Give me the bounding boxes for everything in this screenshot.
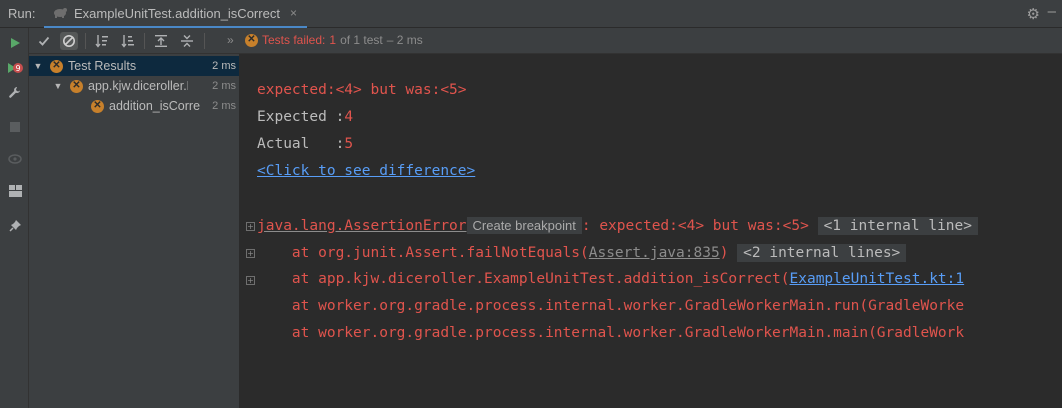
- test-failed-icon: ✕: [70, 79, 83, 93]
- total-count: of 1 test: [340, 33, 383, 47]
- expected-value: 4: [344, 109, 354, 125]
- test-results-tree: ▼ ✕ Test Results 2 ms ▼ ✕ app.kjw.dicero…: [29, 54, 240, 408]
- run-tool-window-header: Run: ExampleUnitTest.addition_isCorrect …: [0, 0, 1062, 29]
- eye-icon[interactable]: [6, 150, 24, 168]
- expected-line: Expected :4: [257, 109, 353, 125]
- close-tab-icon[interactable]: ×: [290, 6, 297, 20]
- actual-label: Actual :: [257, 136, 345, 152]
- rerun-failed-tests-icon[interactable]: 9: [6, 60, 24, 78]
- wrench-icon[interactable]: [6, 84, 24, 102]
- source-link[interactable]: Assert.java:835: [589, 245, 720, 261]
- run-tab-title: ExampleUnitTest.addition_isCorrect: [74, 5, 280, 21]
- more-actions-chevron-icon[interactable]: »: [227, 33, 234, 47]
- actual-value: 5: [344, 136, 354, 152]
- console-output[interactable]: expected:<4> but was:<5> Expected :4 Act…: [241, 54, 1062, 408]
- tree-item-duration: 2 ms: [212, 80, 236, 92]
- tree-item-label: Test Results: [68, 59, 137, 73]
- run-actions-bar: 9: [0, 28, 29, 408]
- pin-icon[interactable]: [6, 216, 24, 234]
- tree-item-duration: 2 ms: [212, 100, 236, 112]
- test-failed-icon: ✕: [50, 59, 63, 73]
- chevron-down-icon[interactable]: ▼: [32, 61, 44, 71]
- sort-alphabetically-icon[interactable]: [93, 32, 111, 50]
- status-prefix: Tests failed:: [262, 33, 326, 47]
- tree-item-label: app.kjw.diceroller.Ex: [88, 79, 188, 93]
- tree-item-test-class[interactable]: ▼ ✕ app.kjw.diceroller.Ex 2 ms: [29, 76, 239, 96]
- tree-item-test-results[interactable]: ▼ ✕ Test Results 2 ms: [29, 56, 239, 76]
- fold-expand-icon[interactable]: +: [246, 249, 255, 258]
- trace-text: at app.kjw.diceroller.ExampleUnitTest.ad…: [257, 271, 790, 287]
- stack-trace-line: at worker.org.gradle.process.internal.wo…: [257, 298, 965, 314]
- assertion-message: expected:<4> but was:<5>: [257, 82, 467, 98]
- exception-line: java.lang.AssertionError Create breakpoin…: [257, 217, 978, 235]
- tree-item-label: addition_isCorre: [109, 99, 201, 113]
- run-config-tab[interactable]: ExampleUnitTest.addition_isCorrect ×: [44, 0, 307, 29]
- fold-expand-icon[interactable]: +: [246, 276, 255, 285]
- source-link[interactable]: ExampleUnitTest.kt:1: [790, 271, 965, 287]
- total-duration: – 2 ms: [386, 33, 423, 47]
- show-passed-icon[interactable]: [35, 32, 53, 50]
- collapse-all-icon[interactable]: [178, 32, 196, 50]
- test-failed-icon: ✕: [91, 99, 104, 113]
- hide-panel-icon[interactable]: –: [1048, 3, 1056, 20]
- sort-by-duration-icon[interactable]: [119, 32, 137, 50]
- gear-icon[interactable]: ⚙: [1027, 5, 1040, 23]
- trace-text: at org.junit.Assert.failNotEquals(: [257, 245, 589, 261]
- rerun-icon[interactable]: [6, 34, 24, 52]
- run-label: Run:: [8, 6, 36, 21]
- toolbar-divider: [204, 33, 205, 49]
- actual-line: Actual :5: [257, 136, 353, 152]
- stop-icon[interactable]: [6, 118, 24, 136]
- folded-internal-lines[interactable]: <1 internal line>: [817, 217, 978, 235]
- stack-trace-line: at org.junit.Assert.failNotEquals(Assert…: [257, 244, 907, 262]
- fold-expand-icon[interactable]: +: [246, 222, 255, 231]
- tree-item-test-method[interactable]: ✕ addition_isCorre 2 ms: [29, 96, 239, 116]
- toolbar-divider: [144, 33, 145, 49]
- toolbar-divider: [85, 33, 86, 49]
- expand-all-icon[interactable]: [152, 32, 170, 50]
- exception-message: : expected:<4> but was:<5>: [581, 218, 809, 234]
- create-breakpoint-button[interactable]: Create breakpoint: [466, 217, 582, 234]
- test-config-icon: [52, 5, 68, 22]
- show-ignored-icon[interactable]: [60, 32, 78, 50]
- expected-label: Expected :: [257, 109, 345, 125]
- failed-count: 1: [329, 33, 337, 47]
- test-status-summary: ✕ Tests failed: 1 of 1 test – 2 ms: [245, 33, 423, 47]
- stack-trace-line: at app.kjw.diceroller.ExampleUnitTest.ad…: [257, 271, 964, 287]
- tree-item-duration: 2 ms: [212, 60, 236, 72]
- test-runner-toolbar: » ✕ Tests failed: 1 of 1 test – 2 ms: [29, 28, 1062, 54]
- see-difference-link[interactable]: <Click to see difference>: [257, 163, 475, 179]
- layout-icon[interactable]: [6, 182, 24, 200]
- test-failed-icon: ✕: [245, 33, 258, 47]
- chevron-down-icon[interactable]: ▼: [52, 81, 64, 91]
- stack-trace-line: at worker.org.gradle.process.internal.wo…: [257, 325, 965, 341]
- trace-text: ): [719, 245, 729, 261]
- exception-class[interactable]: java.lang.AssertionError: [257, 218, 467, 234]
- folded-internal-lines[interactable]: <2 internal lines>: [737, 244, 907, 262]
- svg-text:9: 9: [15, 64, 20, 73]
